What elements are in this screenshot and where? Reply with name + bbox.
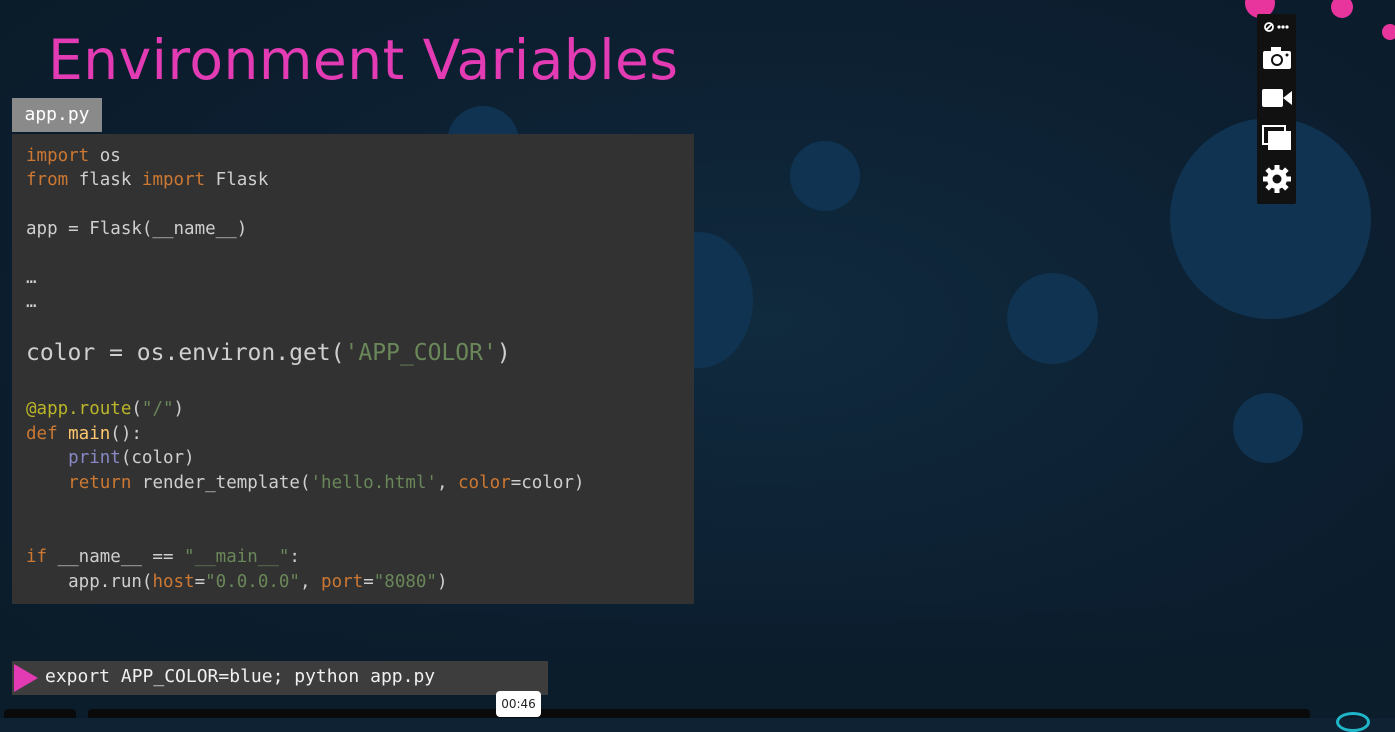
code-token: "0.0.0.0"	[205, 572, 300, 592]
code-token: return	[68, 473, 132, 493]
code-token: def	[26, 424, 58, 444]
code-line: if __name__ == "__main__":	[26, 547, 300, 567]
code-token: color = os.environ.get(	[26, 340, 345, 366]
video-icon[interactable]	[1257, 82, 1296, 114]
code-token: (color)	[120, 448, 195, 468]
camera-icon[interactable]	[1257, 42, 1296, 74]
code-token: import	[26, 146, 90, 166]
code-line: @app.route("/")	[26, 399, 184, 419]
code-token: 'hello.html'	[310, 473, 437, 493]
code-line: def main():	[26, 424, 142, 444]
terminal-prompt-icon	[14, 664, 38, 692]
code-token: render_template(	[131, 473, 311, 493]
bg-circle	[790, 141, 860, 211]
file-tab: app.py	[12, 98, 102, 132]
code-token: print	[68, 448, 121, 468]
code-token: ,	[436, 473, 459, 493]
code-token: port	[321, 572, 364, 592]
code-token: import	[141, 170, 206, 190]
code-line: return render_template('hello.html', col…	[26, 473, 584, 493]
bg-circle	[1007, 273, 1098, 364]
bg-wave	[0, 600, 1395, 718]
code-line: print(color)	[26, 448, 195, 468]
code-token: from	[26, 170, 69, 190]
code-token: )	[173, 399, 185, 419]
link-more-icon[interactable]	[1257, 16, 1296, 38]
code-token: main	[57, 424, 111, 444]
code-line: …	[26, 292, 37, 312]
code-line: …	[26, 268, 37, 288]
code-token: __name__ ==	[47, 547, 185, 567]
code-token: =	[194, 572, 206, 592]
code-token: ():	[110, 424, 142, 444]
bg-circle	[1233, 393, 1303, 463]
code-token: @app.route	[26, 399, 132, 419]
code-token: color	[458, 473, 511, 493]
code-token: "/"	[141, 399, 174, 419]
code-token: "__main__"	[184, 547, 290, 567]
code-token: Flask	[205, 170, 269, 190]
code-token: (	[131, 399, 142, 419]
player-time-tooltip: 00:46	[496, 691, 541, 717]
code-token: flask	[68, 170, 142, 190]
window-icon[interactable]	[1257, 122, 1296, 154]
code-token: :	[289, 547, 300, 567]
code-token: 'APP_COLOR'	[344, 340, 497, 366]
code-line: from flask import Flask	[26, 170, 268, 190]
code-line: app.run(host="0.0.0.0", port="8080")	[26, 572, 448, 592]
player-progress-bar[interactable]	[88, 709, 1310, 718]
code-token: =color)	[510, 473, 585, 493]
gear-icon[interactable]	[1257, 162, 1296, 196]
code-line: import os	[26, 146, 121, 166]
player-corner-icon[interactable]	[1336, 712, 1370, 732]
code-token: host	[152, 572, 195, 592]
terminal-command: export APP_COLOR=blue; python app.py	[45, 666, 436, 687]
code-token: os	[89, 146, 121, 166]
code-token: if	[26, 547, 48, 567]
code-token: ,	[299, 572, 322, 592]
capture-toolbar	[1257, 14, 1296, 204]
slide-title: Environment Variables	[48, 28, 679, 92]
code-token: "8080"	[373, 572, 437, 592]
bg-pink-dot	[1382, 24, 1395, 40]
code-line: app = Flask(__name__)	[26, 219, 248, 239]
code-token: )	[436, 572, 448, 592]
code-line-highlight: color = os.environ.get('APP_COLOR')	[26, 340, 511, 366]
code-token: =	[363, 572, 374, 592]
code-block: import os from flask import Flask app = …	[12, 134, 694, 604]
bg-pink-dot	[1331, 0, 1353, 18]
player-progress-left[interactable]	[4, 709, 76, 718]
code-token: app.run(	[26, 572, 153, 592]
code-token: )	[496, 340, 511, 366]
